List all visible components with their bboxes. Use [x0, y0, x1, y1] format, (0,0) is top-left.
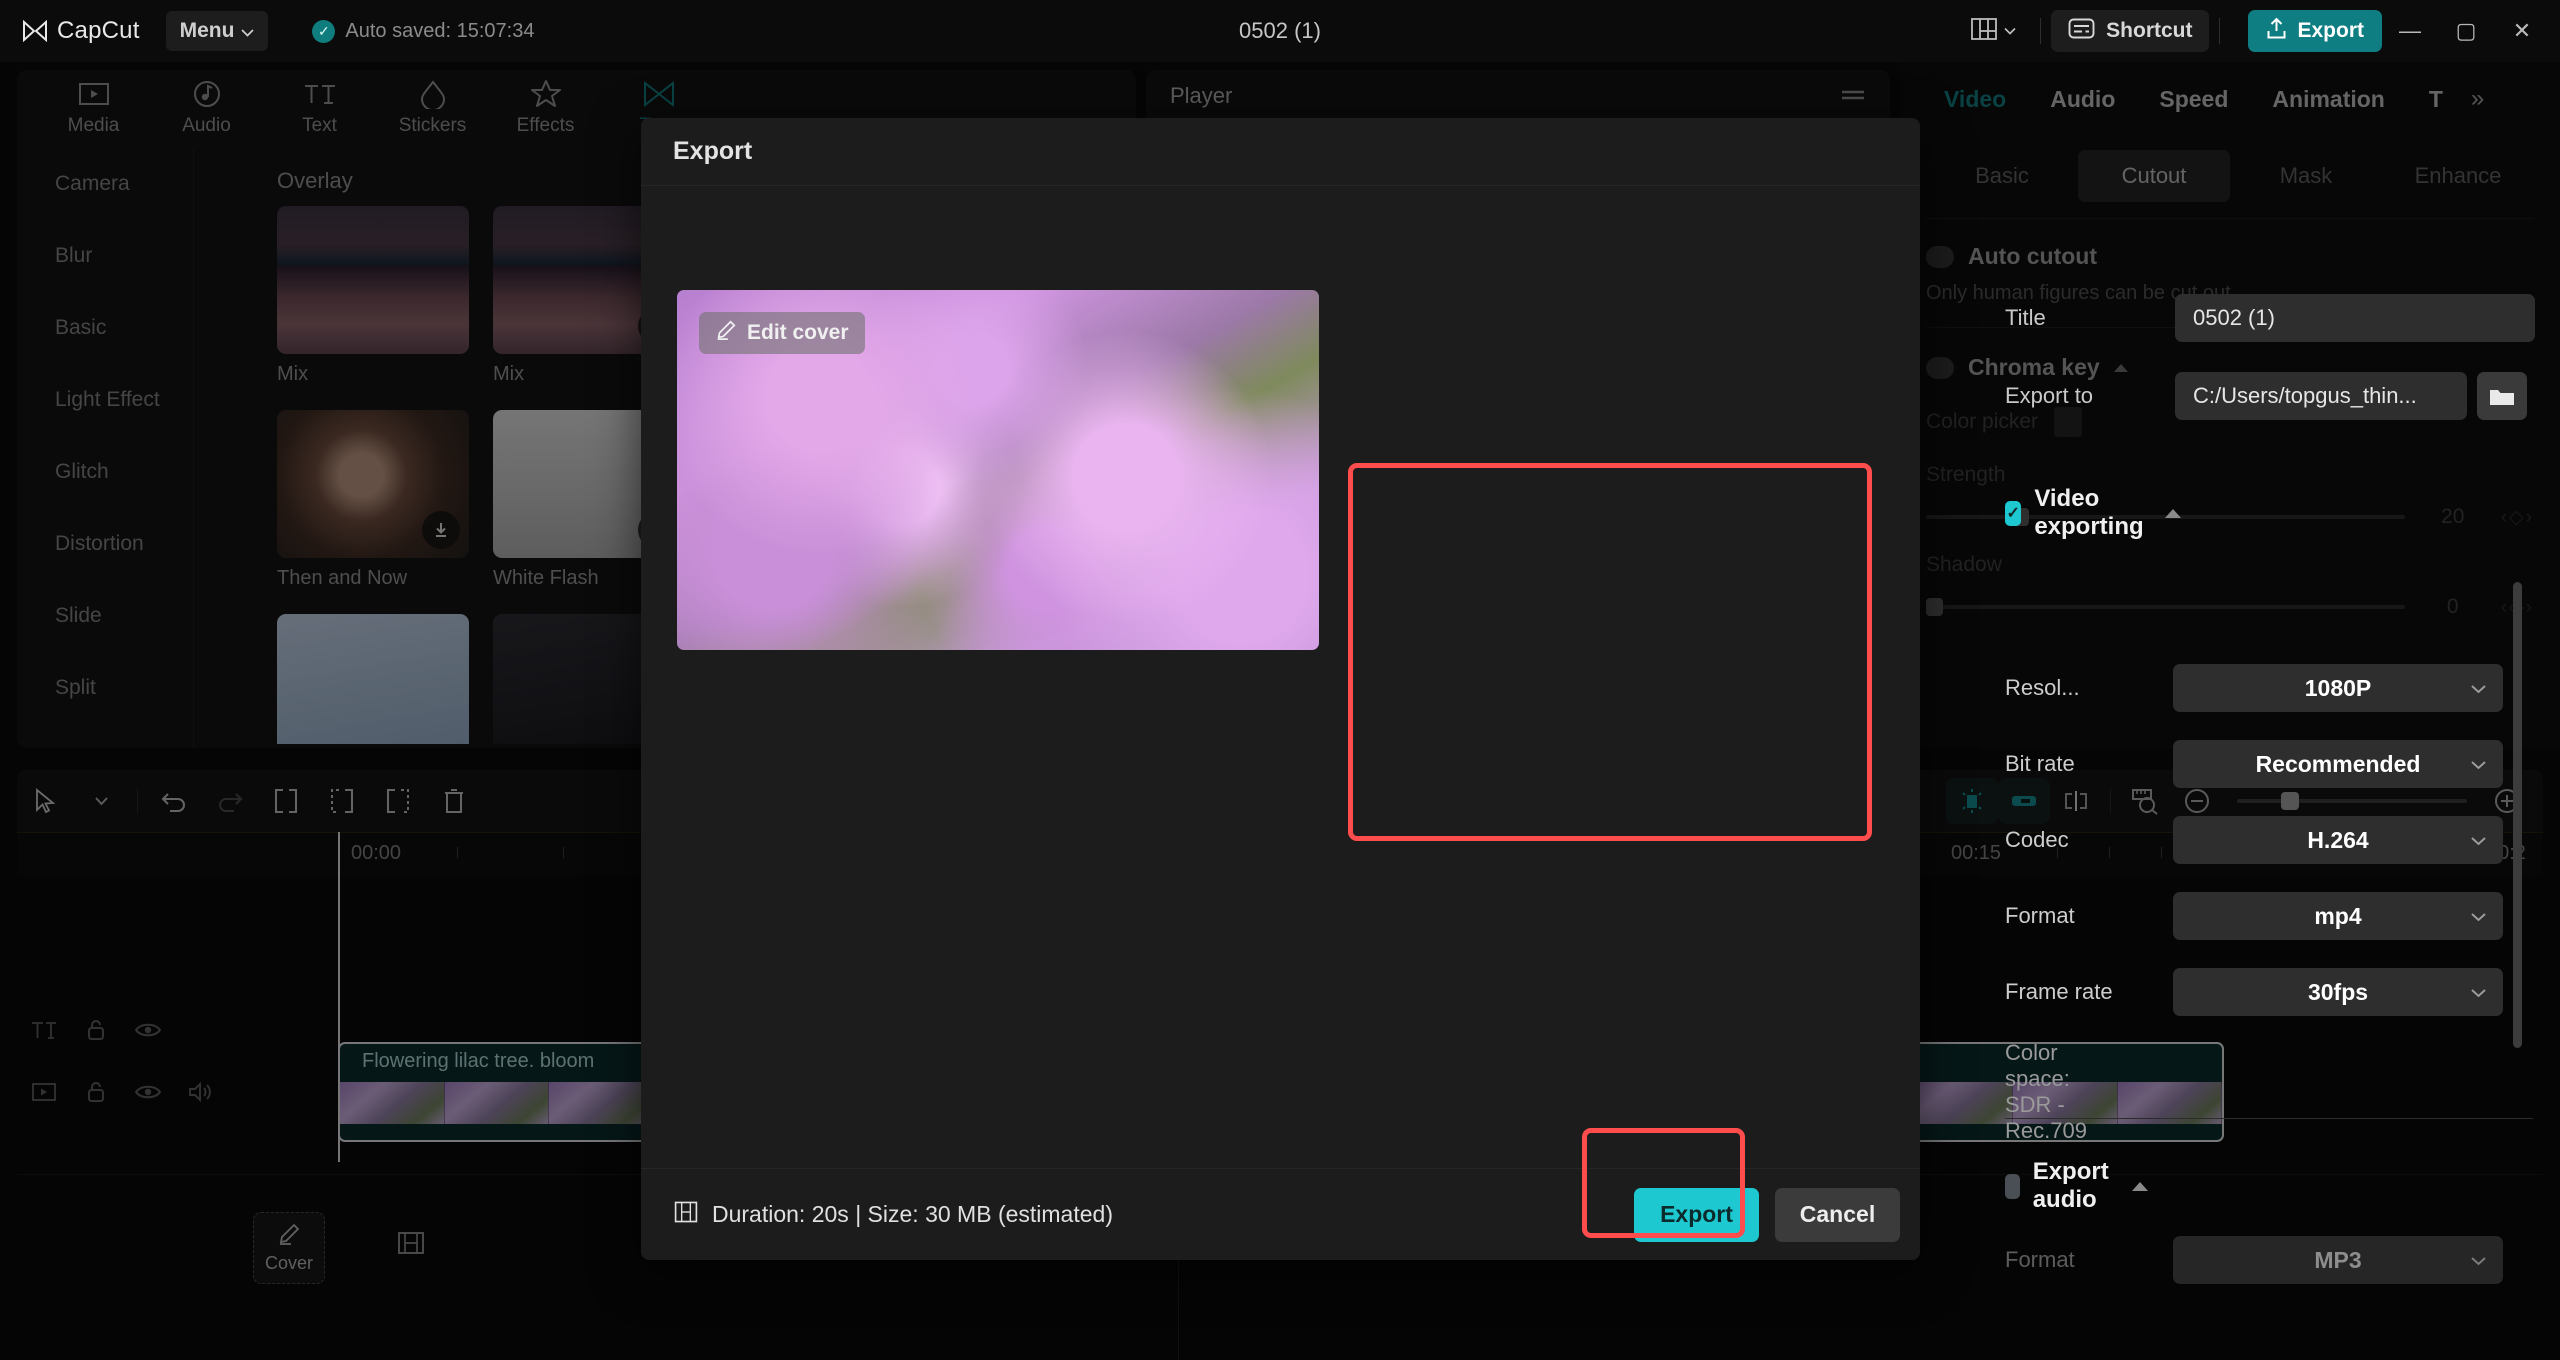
export-audio-label: Export audio [2032, 1158, 2109, 1213]
edit-cover-button[interactable]: Edit cover [699, 312, 865, 354]
check-icon: ✓ [312, 19, 336, 43]
app-name: CapCut [57, 17, 140, 44]
dialog-footer: Duration: 20s | Size: 30 MB (estimated) … [641, 1168, 1920, 1260]
caret-up-icon[interactable] [2132, 1181, 2149, 1191]
folder-icon[interactable] [2477, 372, 2527, 420]
export-audio-section-header: Export audio [2005, 1158, 2149, 1214]
audio-format-value: MP3 [2314, 1246, 2362, 1273]
title-bar: CapCut Menu ✓ Auto saved: 15:07:34 0502 … [0, 0, 2560, 62]
export-to-row: Export to C:/Users/topgus_thin... [2005, 372, 2527, 420]
color-space-text: Color space: SDR - Rec.709 [2005, 1040, 2087, 1143]
codec-value: H.264 [2307, 826, 2369, 853]
minimize-button[interactable]: — [2382, 0, 2438, 62]
export-to-label: Export to [2005, 383, 2094, 408]
framerate-select[interactable]: 30fps [2173, 968, 2503, 1016]
maximize-button[interactable]: ▢ [2438, 0, 2494, 62]
chevron-down-icon [2470, 1250, 2487, 1271]
film-icon [673, 1199, 699, 1231]
autosave-status: ✓ Auto saved: 15:07:34 [312, 19, 535, 43]
autosave-text: Auto saved: 15:07:34 [345, 19, 535, 42]
format-label: Format [2005, 903, 2075, 928]
divider [2040, 18, 2042, 44]
layout-grid-icon [1971, 17, 1998, 45]
caret-up-icon[interactable] [2165, 508, 2182, 518]
audio-format-select[interactable]: MP3 [2173, 1236, 2503, 1284]
export-audio-checkbox[interactable] [2005, 1173, 2020, 1199]
resolution-value: 1080P [2304, 674, 2372, 701]
format-value: mp4 [2314, 902, 2362, 929]
codec-select[interactable]: H.264 [2173, 816, 2503, 864]
chevron-down-icon [2470, 754, 2487, 775]
dialog-scrollbar[interactable] [2513, 582, 2522, 1048]
layout-switcher-button[interactable] [1957, 17, 2030, 45]
resolution-label: Resol... [2005, 675, 2080, 700]
bitrate-value: Recommended [2255, 750, 2421, 777]
chevron-down-icon [2470, 678, 2487, 699]
export-path-input[interactable]: C:/Users/topgus_thin... [2175, 372, 2467, 420]
duration-text: Duration: 20s | Size: 30 MB (estimated) [712, 1201, 1113, 1227]
dialog-export-button[interactable]: Export [1634, 1187, 1759, 1242]
bitrate-row: Bit rate Recommended [2005, 740, 2503, 788]
format-select[interactable]: mp4 [2173, 892, 2503, 940]
cover-preview: Edit cover [677, 290, 1319, 650]
resolution-select[interactable]: 1080P [2173, 664, 2503, 712]
edit-cover-label: Edit cover [747, 321, 849, 344]
chevron-down-icon [241, 19, 255, 43]
divider [2219, 18, 2221, 44]
bitrate-select[interactable]: Recommended [2173, 740, 2503, 788]
title-row: Title 0502 (1) [2005, 294, 2535, 342]
framerate-label: Frame rate [2005, 979, 2113, 1004]
chevron-down-icon [2470, 906, 2487, 927]
chevron-down-icon [2470, 982, 2487, 1003]
video-exporting-checkbox[interactable]: ✓ [2005, 500, 2022, 526]
app-logo: CapCut [22, 17, 140, 45]
export-label: Export [2297, 19, 2364, 42]
footer-buttons: Export Cancel [1634, 1187, 1900, 1242]
title-label: Title [2005, 305, 2046, 330]
chevron-down-icon [2470, 830, 2487, 851]
video-exporting-label: Video exporting [2034, 485, 2144, 540]
codec-row: Codec H.264 [2005, 816, 2503, 864]
export-dialog: Export Edit cover Title 0502 (1) Export … [641, 118, 2535, 1284]
close-button[interactable]: ✕ [2494, 0, 2550, 62]
title-input[interactable]: 0502 (1) [2175, 294, 2535, 342]
duration-info: Duration: 20s | Size: 30 MB (estimated) [673, 1199, 1113, 1231]
dialog-body: Edit cover Title 0502 (1) Export to C:/U… [641, 186, 2535, 1284]
menu-button[interactable]: Menu [165, 11, 269, 51]
dialog-title: Export [641, 118, 1920, 186]
pencil-icon [715, 319, 737, 347]
keyboard-icon [2068, 17, 2095, 46]
divider [2005, 1118, 2533, 1119]
audio-format-row: Format MP3 [2005, 1236, 2503, 1284]
video-exporting-section-header: ✓ Video exporting [2005, 485, 2182, 541]
bitrate-label: Bit rate [2005, 751, 2075, 776]
capcut-window: CapCut Menu ✓ Auto saved: 15:07:34 0502 … [0, 0, 2560, 1360]
chevron-down-icon [2004, 22, 2016, 40]
menu-label: Menu [179, 19, 235, 42]
shortcut-button[interactable]: Shortcut [2051, 10, 2210, 52]
resolution-row: Resol... 1080P [2005, 664, 2503, 712]
framerate-row: Frame rate 30fps [2005, 968, 2503, 1016]
shortcut-label: Shortcut [2106, 19, 2193, 42]
codec-label: Codec [2005, 827, 2069, 852]
titlebar-export-button[interactable]: Export [2248, 10, 2382, 52]
format-row: Format mp4 [2005, 892, 2503, 940]
audio-format-label: Format [2005, 1247, 2075, 1272]
titlebar-actions: Shortcut Export — ▢ ✕ [1957, 0, 2550, 62]
dialog-cancel-button[interactable]: Cancel [1775, 1187, 1900, 1242]
upload-icon [2266, 17, 2287, 46]
capcut-logo-icon [22, 19, 48, 43]
framerate-value: 30fps [2307, 978, 2369, 1005]
